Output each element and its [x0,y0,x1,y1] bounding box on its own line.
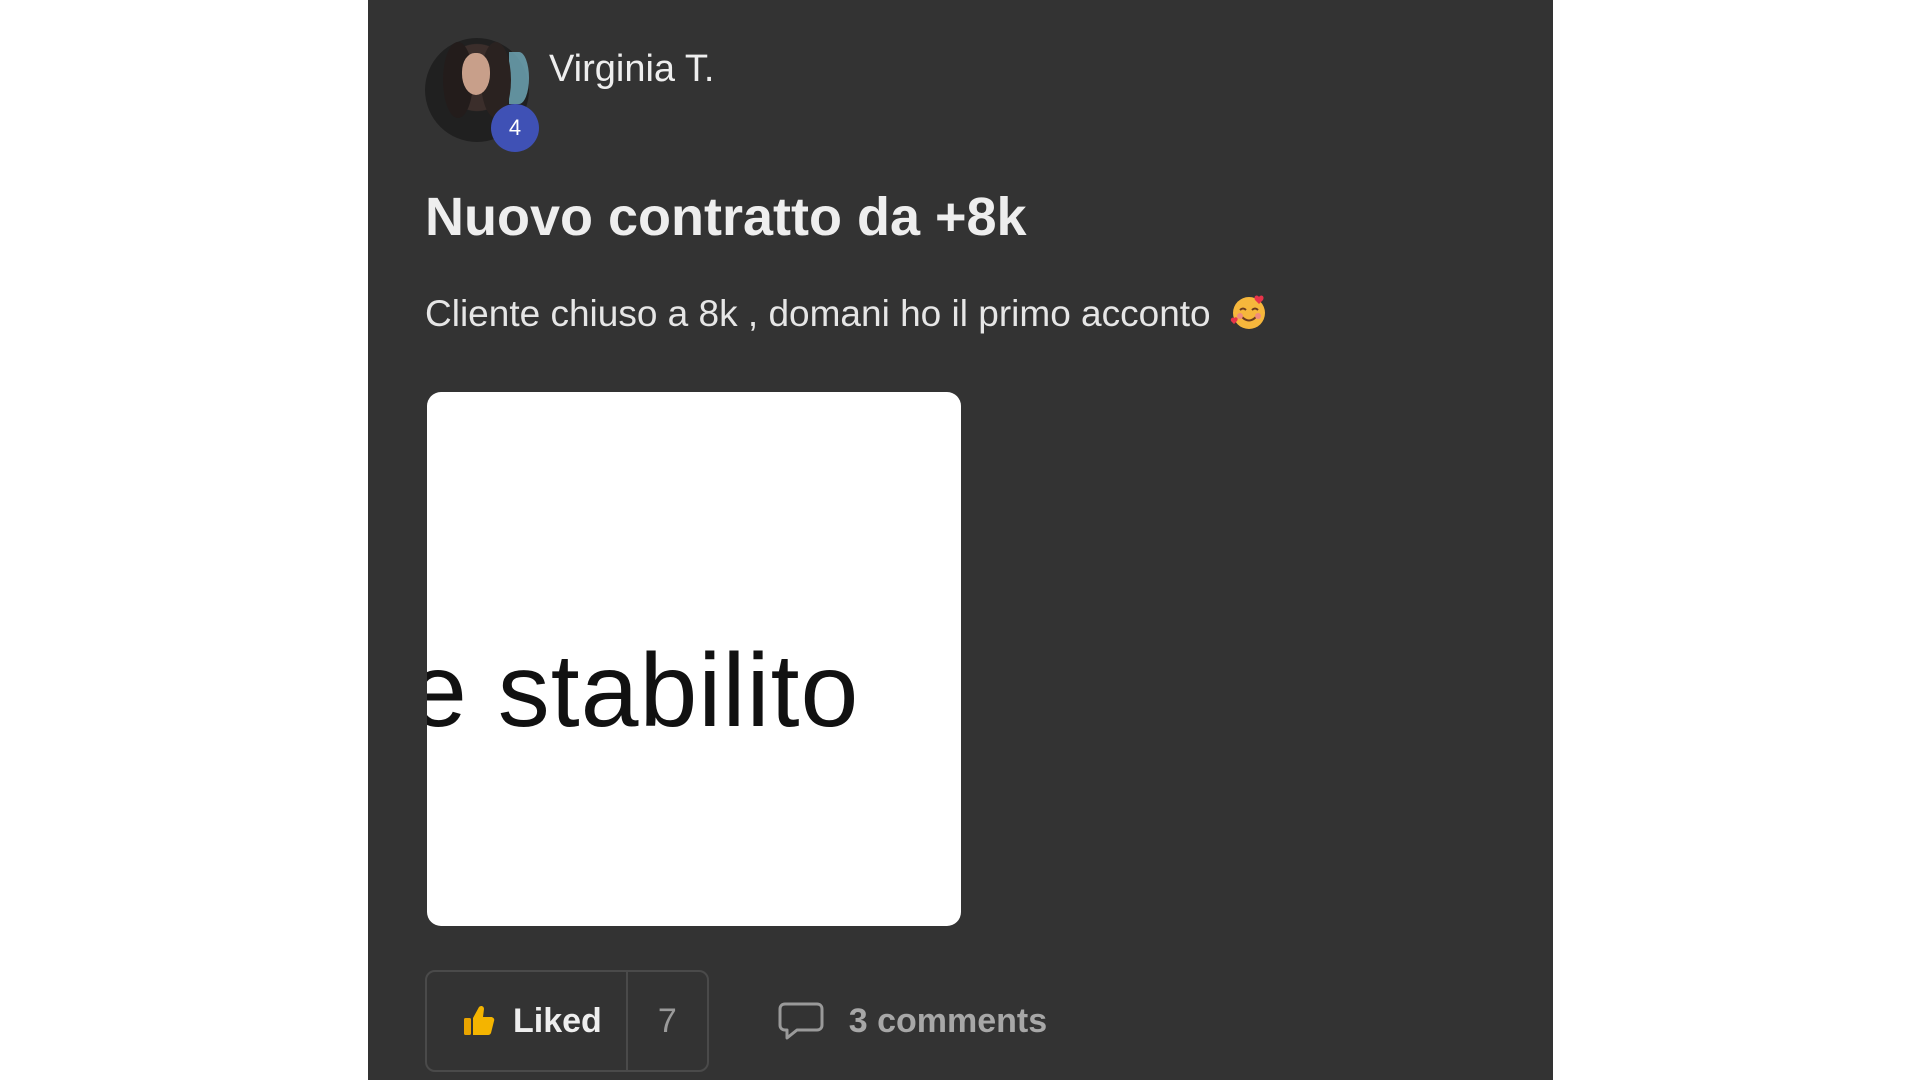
author-name[interactable]: Virginia T. [549,48,714,91]
thumbs-up-icon [464,1005,495,1035]
post-image[interactable]: e stabilito [427,392,961,926]
comment-icon [778,1002,824,1040]
like-button[interactable]: Liked [427,972,628,1070]
post-title: Nuovo contratto da +8k [425,187,1027,247]
level-badge: 4 [491,104,539,152]
like-group: Liked 7 [425,970,709,1072]
post-image-text: e stabilito [427,633,860,749]
post-card: 4 Virginia T. Nuovo contratto da +8k Cli… [368,0,1553,1080]
avatar-face [462,53,490,95]
post-actions: Liked 7 3 comments [425,970,1047,1072]
post-body: Cliente chiuso a 8k , domani ho il primo… [425,292,1269,335]
like-label: Liked [513,1001,602,1040]
avatar-background [509,52,529,104]
smiling-face-with-hearts-icon [1230,295,1265,329]
author-row: 4 Virginia T. [425,38,714,152]
author-avatar[interactable]: 4 [425,38,539,152]
post-body-text: Cliente chiuso a 8k , domani ho il primo… [425,293,1211,334]
like-count[interactable]: 7 [628,972,707,1070]
comments-button[interactable]: 3 comments [777,1001,1047,1041]
comments-label: 3 comments [848,1001,1048,1040]
